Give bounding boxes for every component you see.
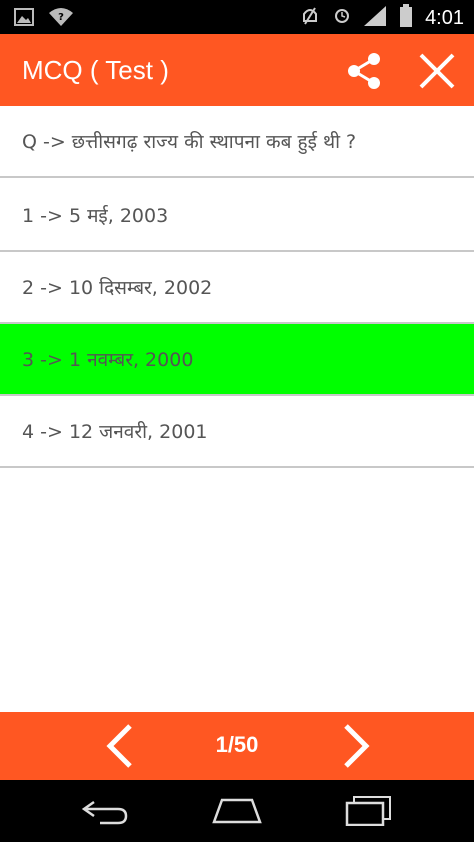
- recent-apps-icon: [345, 796, 391, 827]
- back-icon: [81, 800, 128, 825]
- next-button[interactable]: [334, 722, 378, 770]
- home-icon: [212, 798, 262, 824]
- alarm-icon: [333, 5, 351, 31]
- battery-icon: [399, 4, 413, 32]
- svg-text:?: ?: [58, 12, 64, 23]
- question-list: Q -> छत्तीसगढ़ राज्य की स्थापना कब हुई थ…: [0, 106, 474, 712]
- option-2[interactable]: 2 -> 10 दिसम्बर, 2002: [0, 252, 474, 324]
- page-title: MCQ ( Test ): [22, 55, 169, 85]
- system-recent-apps-button[interactable]: [342, 794, 396, 827]
- close-button[interactable]: [416, 50, 458, 92]
- question-text: Q -> छत्तीसगढ़ राज्य की स्थापना कब हुई थ…: [0, 106, 474, 178]
- status-time: 4:01: [425, 7, 464, 29]
- signal-icon: [363, 5, 387, 31]
- option-3[interactable]: 3 -> 1 नवम्बर, 2000: [0, 324, 474, 396]
- chevron-right-icon: [344, 724, 370, 768]
- system-back-button[interactable]: [80, 796, 130, 826]
- wifi-question-icon: ?: [48, 7, 74, 31]
- app-bar: MCQ ( Test ): [0, 34, 474, 106]
- system-nav-bar: [0, 780, 474, 842]
- option-1[interactable]: 1 -> 5 मई, 2003: [0, 180, 474, 252]
- share-button[interactable]: [344, 51, 384, 91]
- page-indicator: 1/50: [215, 732, 259, 757]
- share-icon: [348, 53, 380, 89]
- status-bar: ? 4:01: [0, 0, 474, 34]
- mute-icon: [299, 4, 321, 32]
- gallery-icon: [14, 8, 34, 30]
- option-4[interactable]: 4 -> 12 जनवरी, 2001: [0, 396, 474, 468]
- close-icon: [419, 53, 455, 89]
- pagination-bar: 1/50: [0, 712, 474, 780]
- system-home-button[interactable]: [210, 796, 264, 826]
